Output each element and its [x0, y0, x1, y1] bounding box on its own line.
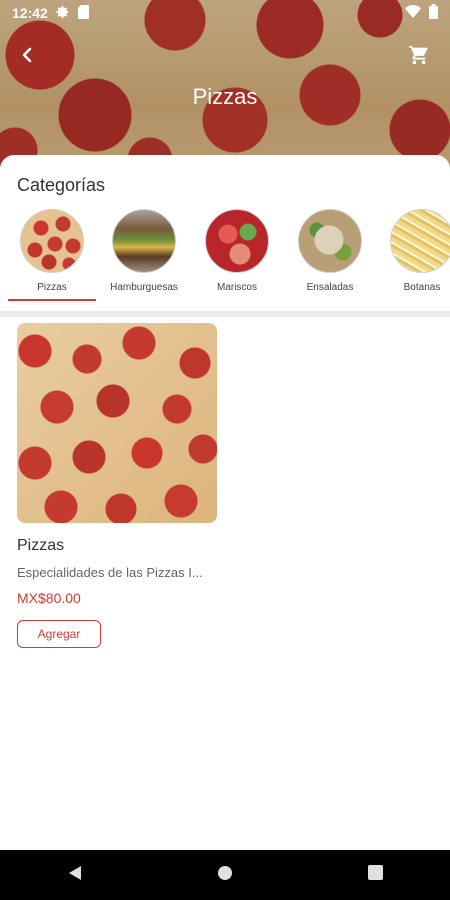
- category-label: Hamburguesas: [110, 282, 178, 293]
- status-bar: 12:42: [0, 0, 450, 26]
- cart-button[interactable]: [392, 30, 446, 84]
- nav-back-button[interactable]: [45, 855, 105, 895]
- category-label: Botanas: [403, 282, 441, 293]
- back-triangle-icon: [67, 865, 83, 886]
- system-nav-bar: [0, 850, 450, 900]
- section-divider: [0, 311, 450, 317]
- category-mariscos[interactable]: Mariscos: [193, 207, 281, 293]
- content-sheet: Categorías Pizzas Hamburguesas Mariscos …: [0, 155, 450, 850]
- category-pizzas[interactable]: Pizzas: [8, 207, 96, 293]
- nav-recents-button[interactable]: [345, 855, 405, 895]
- product-price: MX$80.00: [17, 590, 81, 606]
- product-card[interactable]: Pizzas Especialidades de las Pizzas I...…: [17, 323, 217, 648]
- chevron-left-icon: [19, 47, 35, 68]
- page-title: Pizzas: [192, 84, 258, 109]
- recents-square-icon: [367, 865, 383, 885]
- category-botanas[interactable]: Botanas: [378, 207, 450, 293]
- category-label: Pizzas: [37, 282, 67, 293]
- nav-home-button[interactable]: [195, 855, 255, 895]
- wifi-icon: [405, 5, 421, 21]
- cart-icon: [408, 44, 430, 71]
- product-description: Especialidades de las Pizzas I...: [17, 565, 203, 580]
- product-name: Pizzas: [17, 537, 65, 554]
- categories-title: Categorías: [17, 175, 106, 195]
- category-carousel[interactable]: Pizzas Hamburguesas Mariscos Ensaladas B…: [0, 207, 450, 303]
- status-time: 12:42: [12, 5, 48, 21]
- selected-category-indicator: [8, 299, 96, 301]
- category-thumbnail: [205, 209, 269, 273]
- back-button[interactable]: [0, 30, 54, 84]
- category-thumbnail: [112, 209, 176, 273]
- sd-card-icon: [77, 4, 89, 22]
- category-hamburguesas[interactable]: Hamburguesas: [100, 207, 188, 293]
- add-to-cart-button[interactable]: Agregar: [17, 620, 101, 648]
- category-thumbnail: [390, 209, 450, 273]
- category-label: Mariscos: [216, 282, 257, 293]
- gear-icon: [56, 5, 70, 22]
- category-thumbnail: [20, 209, 84, 273]
- product-image[interactable]: [17, 323, 217, 523]
- category-label: Ensaladas: [306, 282, 354, 293]
- category-thumbnail: [298, 209, 362, 273]
- category-ensaladas[interactable]: Ensaladas: [286, 207, 374, 293]
- battery-icon: [429, 4, 438, 22]
- home-circle-icon: [217, 865, 233, 886]
